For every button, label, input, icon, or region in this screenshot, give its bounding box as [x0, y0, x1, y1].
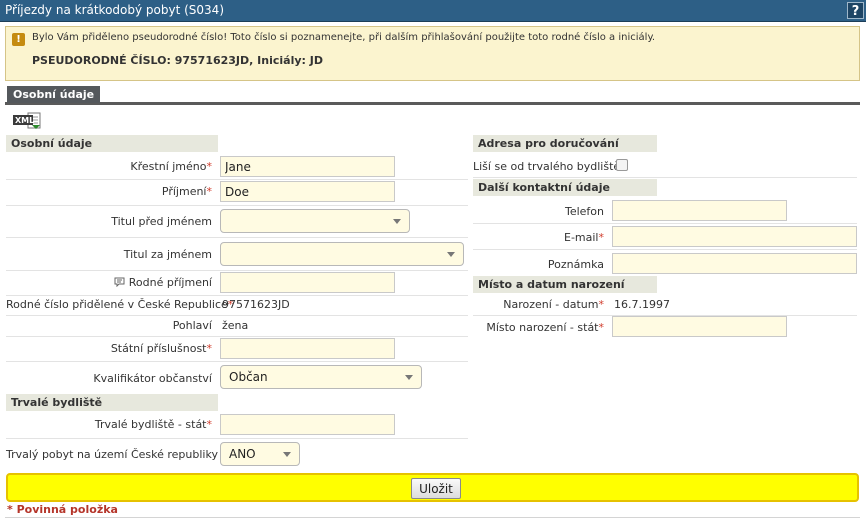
differs-checkbox[interactable]: [616, 159, 628, 171]
first-name-label: Křestní jméno*: [130, 160, 212, 173]
note-input[interactable]: [612, 253, 857, 274]
notice-box: ! Bylo Vám přiděleno pseudorodné číslo! …: [5, 26, 860, 81]
phone-input[interactable]: [612, 200, 787, 221]
residence-country-label: Trvalé bydliště - stát*: [94, 418, 212, 431]
title-after-label: Titul za jménem: [123, 248, 212, 261]
row-separator: [6, 237, 468, 238]
row-separator: [6, 179, 468, 180]
section-header-birth: Místo a datum narození: [473, 276, 657, 293]
phone-label: Telefon: [564, 205, 604, 218]
residence-cz-select[interactable]: ANO: [220, 442, 300, 466]
row-separator: [473, 223, 857, 224]
section-header-residence: Trvalé bydliště: [6, 394, 218, 411]
gender-label: Pohlaví: [172, 319, 212, 332]
title-after-select[interactable]: [220, 242, 464, 266]
row-separator: [473, 177, 857, 178]
row-separator: [6, 205, 468, 206]
title-before-label: Titul před jménem: [111, 215, 212, 228]
residence-cz-label: Trvalý pobyt na území České republiky: [6, 448, 218, 461]
note-label: Poznámka: [547, 258, 604, 271]
tab-personal-data[interactable]: Osobní údaje: [7, 86, 101, 103]
birth-surname-label: Rodné příjmení: [6, 276, 212, 289]
chevron-down-icon: [393, 219, 401, 224]
row-separator: [6, 336, 468, 337]
nationality-input[interactable]: [220, 338, 395, 359]
pseudo-birth-number: PSEUDORODNÉ ČÍSLO: 97571623JD, Iniciály:…: [32, 54, 323, 67]
gender-value: žena: [222, 319, 249, 332]
citizenship-qualifier-select[interactable]: Občan: [220, 365, 422, 389]
birth-surname-input[interactable]: [220, 272, 395, 293]
section-header-delivery: Adresa pro doručování: [473, 135, 657, 152]
notice-message: Bylo Vám přiděleno pseudorodné číslo! To…: [32, 32, 656, 43]
email-label: E-mail*: [564, 231, 604, 244]
help-button[interactable]: ?: [847, 2, 864, 19]
section-header-personal: Osobní údaje: [6, 135, 218, 152]
bottom-divider: [5, 517, 860, 518]
tab-bar: Osobní údaje: [5, 86, 860, 105]
last-name-label: Příjmení*: [161, 185, 212, 198]
exclamation-icon: !: [12, 33, 25, 46]
nationality-label: Státní příslušnost*: [110, 342, 212, 355]
email-input[interactable]: [612, 226, 857, 247]
row-separator: [6, 295, 468, 296]
save-button[interactable]: Uložit: [411, 478, 461, 499]
row-separator: [6, 315, 468, 316]
xml-icon[interactable]: XML: [12, 111, 42, 130]
residence-country-input[interactable]: [220, 414, 395, 435]
birth-date-value: 16.7.1997: [614, 298, 670, 311]
birth-place-input[interactable]: [612, 316, 787, 337]
differs-label: Liší se od trvalého bydliště: [473, 160, 621, 173]
chevron-down-icon: [405, 375, 413, 380]
first-name-input[interactable]: [220, 156, 395, 177]
required-legend: * Povinná položka: [7, 503, 118, 516]
chevron-down-icon: [447, 252, 455, 257]
window-title: Příjezdy na krátkodobý pobyt (S034): [5, 3, 224, 17]
row-separator: [6, 438, 468, 439]
row-separator: [6, 361, 468, 362]
title-bar: Příjezdy na krátkodobý pobyt (S034) ?: [0, 0, 866, 22]
speech-bubble-icon: [114, 277, 125, 288]
birth-number-label: Rodné číslo přidělené v České Republice*: [6, 298, 234, 311]
title-before-select[interactable]: [220, 209, 410, 233]
chevron-down-icon: [283, 452, 291, 457]
save-bar: Uložit: [6, 473, 859, 502]
row-separator: [473, 249, 857, 250]
svg-text:XML: XML: [15, 116, 34, 125]
citizenship-qualifier-label: Kvalifikátor občanství: [93, 372, 212, 385]
row-separator: [6, 270, 468, 271]
birth-place-label: Místo narození - stát*: [486, 321, 604, 334]
birth-number-value: 97571623JD: [222, 298, 290, 311]
section-header-contact: Další kontaktní údaje: [473, 179, 657, 196]
last-name-input[interactable]: [220, 181, 395, 202]
birth-date-label: Narození - datum*: [503, 298, 604, 311]
